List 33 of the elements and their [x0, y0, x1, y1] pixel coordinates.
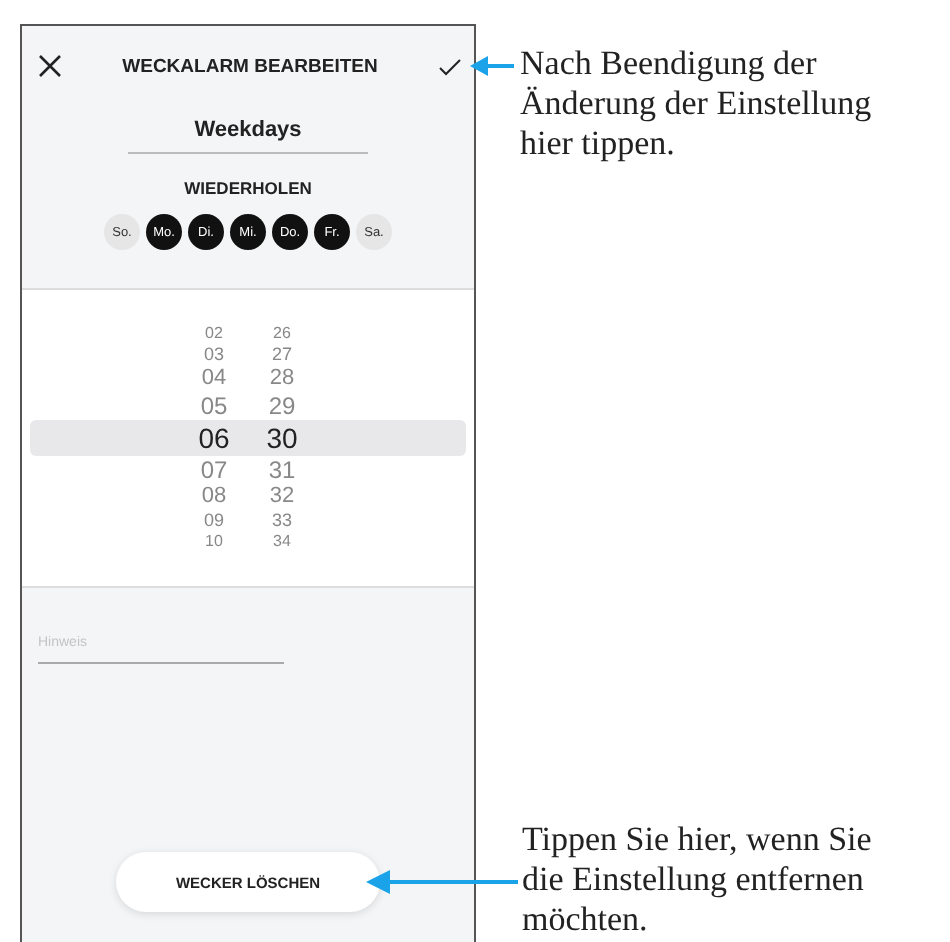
time-row[interactable]: 10 34 [30, 532, 466, 552]
minute-value: 27 [269, 346, 294, 364]
time-row[interactable]: 02 26 [30, 324, 466, 344]
time-row[interactable]: 04 28 [30, 366, 466, 392]
minute-value: 32 [267, 486, 297, 508]
hour-value: 06 [196, 424, 232, 452]
minute-value: 29 [266, 394, 298, 418]
hour-value: 05 [198, 394, 230, 418]
time-row[interactable]: 09 33 [30, 510, 466, 532]
annotation-text: Tippen Sie hier, wenn Sie die Einstellung entfernen möchten. [522, 820, 874, 940]
minute-value: 26 [271, 326, 293, 342]
hour-value: 09 [201, 512, 226, 530]
minute-value: 28 [267, 368, 297, 390]
minute-value: 31 [266, 458, 298, 482]
minute-value: 30 [264, 424, 300, 452]
hour-value: 04 [199, 368, 229, 390]
time-picker[interactable]: 02 26 03 27 04 28 05 29 06 30 07 31 08 32 09 33 10 34 [22, 290, 474, 588]
time-row[interactable]: 05 29 [30, 392, 466, 420]
hour-value: 02 [203, 326, 225, 342]
minute-value: 33 [269, 512, 294, 530]
time-row[interactable]: 07 31 [30, 456, 466, 484]
time-row[interactable]: 06 30 [30, 420, 466, 456]
hour-value: 03 [201, 346, 226, 364]
repeat-label: WIEDERHOLEN [184, 178, 312, 198]
annotation-text: Nach Beendigung der Änderung der Einstellung hier tippen. [520, 44, 874, 164]
time-row[interactable]: 03 27 [30, 344, 466, 366]
hour-value: 08 [199, 486, 229, 508]
hour-value: 07 [198, 458, 230, 482]
hour-value: 10 [203, 534, 225, 550]
alarm-name-field[interactable]: Weekdays [128, 118, 368, 154]
minute-value: 34 [271, 534, 293, 550]
time-row[interactable]: 08 32 [30, 484, 466, 510]
screen-title: WECKALARM BEARBEITEN [122, 55, 378, 77]
